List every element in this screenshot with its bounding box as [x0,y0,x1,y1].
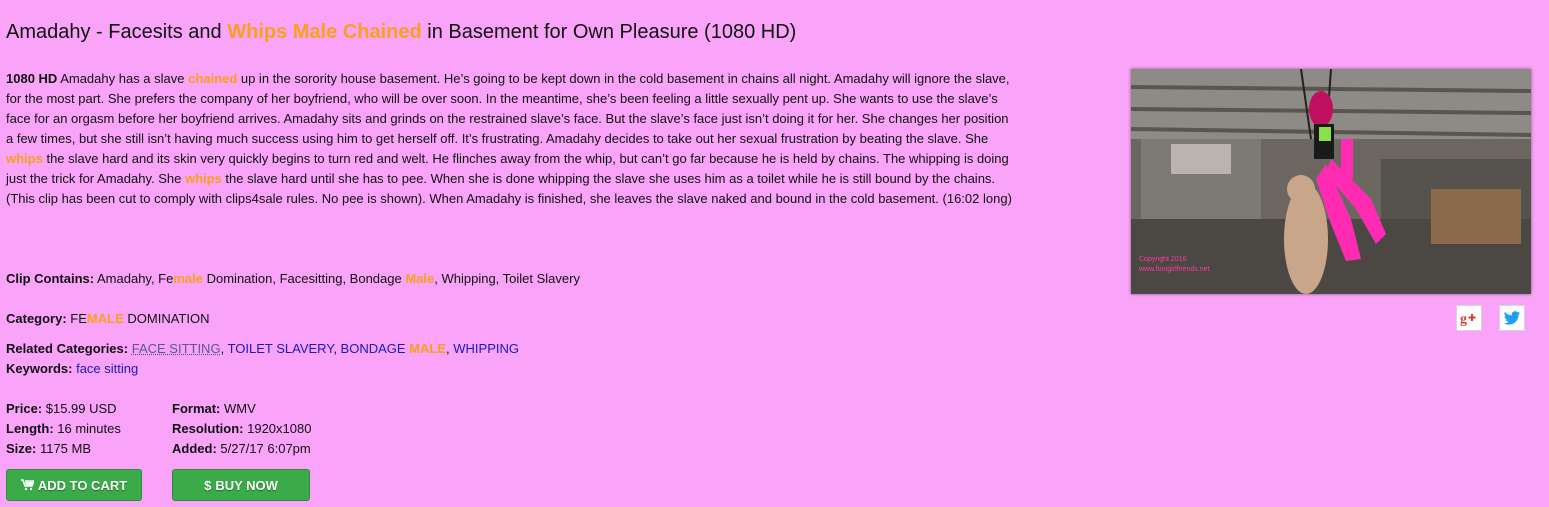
category-text: DOMINATION [123,311,210,326]
clip-contains-highlight: male [173,271,203,286]
description-text: Amadahy has a slave [57,71,189,86]
resolution-label: Resolution: [172,421,244,436]
add-to-cart-label: ADD TO CART [37,477,128,493]
separator: , [333,341,341,356]
format-value: WMV [220,401,256,416]
buy-now-button[interactable]: $ BUY NOW [172,469,310,501]
related-link-text: BONDAGE [340,341,410,356]
category-label: Category: [6,311,67,326]
format: Format: WMV [172,399,311,419]
keywords: Keywords: face sitting [6,359,138,379]
resolution-value: 1920x1080 [243,421,312,436]
description-highlight: whips [184,171,222,186]
google-plus-share-button[interactable]: g [1456,305,1482,331]
length: Length: 16 minutes [6,419,121,439]
description-highlight: whips [6,151,43,166]
separator: , [220,341,228,356]
add-to-cart-button[interactable]: ADD TO CART [6,469,142,501]
title-highlight: Whips Male Chained [227,21,422,43]
added-label: Added: [172,441,217,456]
related-link-face-sitting[interactable]: FACE SITTING [132,341,221,356]
clip-contains-text: Domination, Facesitting, Bondage [203,271,406,286]
dollar-icon: $ [204,477,212,493]
google-plus-icon: g [1460,312,1476,327]
clip-contains-text: , Whipping, Toilet Slavery [434,271,580,286]
buy-now-label: BUY NOW [215,477,278,493]
keywords-label: Keywords: [6,361,73,376]
category-text: FE [66,311,87,326]
twitter-icon [1503,310,1521,325]
related-link-bondage-male[interactable]: BONDAGE MALE [341,341,446,356]
format-label: Format: [172,401,221,416]
price-label: Price: [6,401,43,416]
category-highlight: MALE [86,311,124,326]
added: Added: 5/27/17 6:07pm [172,439,311,459]
related-label: Related Categories: [6,341,129,356]
thumbnail-scene: Copyright 2016 www.fontgirlfriends.net [1131,69,1531,294]
related-link-highlight: MALE [409,341,447,356]
details-left: Price: $15.99 USD Length: 16 minutes Siz… [6,399,121,459]
size-value: 1175 MB [36,441,92,456]
title-text: Amadahy - Facesits and [6,21,228,43]
description-lead: 1080 HD [6,71,58,86]
size: Size: 1175 MB [6,439,121,459]
clip-thumbnail[interactable]: Copyright 2016 www.fontgirlfriends.net [1131,69,1531,294]
length-value: 16 minutes [53,421,121,436]
clip-description: 1080 HD Amadahy has a slave chained up i… [6,69,1016,209]
cart-icon [20,479,34,491]
clip-contains-highlight: Male [405,271,435,286]
resolution: Resolution: 1920x1080 [172,419,311,439]
svg-text:g: g [1460,312,1467,327]
details-right: Format: WMV Resolution: 1920x1080 Added:… [172,399,311,459]
clip-contains-label: Clip Contains: [6,271,95,286]
added-value: 5/27/17 6:07pm [216,441,311,456]
clip-contains: Clip Contains: Amadahy, Female Dominatio… [6,269,580,289]
category: Category: FEMALE DOMINATION [6,309,209,329]
title-text-end: in Basement for Own Pleasure (1080 HD) [421,21,797,43]
length-label: Length: [6,421,54,436]
price: Price: $15.99 USD [6,399,121,419]
related-link-whipping[interactable]: WHIPPING [453,341,519,356]
price-value: $15.99 USD [42,401,117,416]
keyword-link-face-sitting[interactable]: face sitting [76,361,138,376]
related-link-toilet-slavery[interactable]: TOILET SLAVERY [228,341,334,356]
description-highlight: chained [188,71,238,86]
page-title: Amadahy - Facesits and Whips Male Chaine… [6,21,796,44]
thumbnail-site: www.fontgirlfriends.net [1138,266,1209,273]
twitter-share-button[interactable] [1499,305,1525,331]
size-label: Size: [6,441,37,456]
clip-contains-text: Amadahy, Fe [94,271,174,286]
related-categories: Related Categories: FACE SITTING, TOILET… [6,339,519,359]
thumbnail-copyright: Copyright 2016 [1139,256,1187,263]
